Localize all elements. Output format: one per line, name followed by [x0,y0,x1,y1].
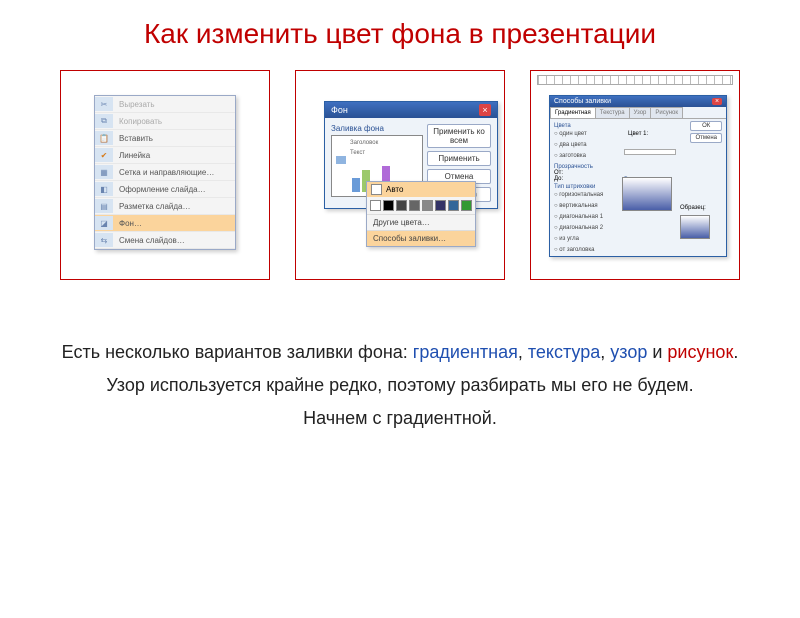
thumb-fill-dialog: Способы заливки × Градиентная Текстура У… [530,70,740,280]
apply-button[interactable]: Применить [427,151,491,166]
fill-dialog-title: Способы заливки [554,98,611,105]
swatch[interactable] [396,200,407,211]
close-icon[interactable]: × [479,104,491,116]
thumbnail-row: ✂Вырезать ⧉Копировать 📋Вставить ✔Линейка… [0,70,800,280]
sample-preview [680,215,710,239]
design-icon: ◧ [95,182,113,196]
swatch[interactable] [422,200,433,211]
fill-dialog-titlebar: Способы заливки × [550,96,726,107]
p1-picture: рисунок [667,342,733,362]
cancel-button[interactable]: Отмена [690,133,722,143]
ctx-ruler[interactable]: ✔Линейка [95,147,235,164]
ctx-layout[interactable]: ▤Разметка слайда… [95,198,235,215]
ctx-transition[interactable]: ⇆Смена слайдов… [95,232,235,249]
color-slider[interactable] [624,149,676,155]
check-icon: ✔ [95,148,113,162]
ok-button[interactable]: ОК [690,121,722,131]
fill-methods[interactable]: Способы заливки… [367,230,475,246]
arrow-shape-icon [336,156,346,164]
transition-icon: ⇆ [95,233,113,247]
p1-gradient: градиентная [413,342,518,362]
background-icon: ◪ [95,216,113,230]
ctx-copy[interactable]: ⧉Копировать [95,113,235,130]
ctx-design[interactable]: ◧Оформление слайда… [95,181,235,198]
close-icon[interactable]: × [712,98,722,105]
copy-icon: ⧉ [95,114,113,128]
color-swatches[interactable] [367,197,475,214]
p2: Узор используется крайне редко, поэтому … [50,373,750,398]
ctx-cut[interactable]: ✂Вырезать [95,96,235,113]
bg-dialog-title: Фон [331,105,348,115]
thumb-bg-dialog: Фон × Заливка фона Заголовок Текст [295,70,505,280]
swatch[interactable] [370,200,381,211]
ctx-paste[interactable]: 📋Вставить [95,130,235,147]
swatch[interactable] [448,200,459,211]
tab-picture[interactable]: Рисунок [650,107,683,118]
tab-gradient[interactable]: Градиентная [550,107,596,118]
color1-label: Цвет 1: [628,131,648,137]
paste-icon: 📋 [95,131,113,145]
body-text: Есть несколько вариантов заливки фона: г… [0,340,800,432]
swatch[interactable] [435,200,446,211]
page-title: Как изменить цвет фона в презентации [0,18,800,50]
p1-texture: текстура [528,342,600,362]
p1-pattern: узор [610,342,647,362]
p1-intro: Есть несколько вариантов заливки фона: [62,342,413,362]
tab-texture[interactable]: Текстура [595,107,630,118]
swatch[interactable] [383,200,394,211]
preview-title: Заголовок [350,140,378,146]
bg-section-label: Заливка фона [331,124,423,135]
fill-dialog: Способы заливки × Градиентная Текстура У… [549,95,727,257]
cut-icon: ✂ [95,97,113,111]
thumb-context-menu: ✂Вырезать ⧉Копировать 📋Вставить ✔Линейка… [60,70,270,280]
apply-all-button[interactable]: Применить ко всем [427,124,491,148]
swatch[interactable] [409,200,420,211]
more-colors[interactable]: Другие цвета… [367,214,475,230]
preview-text: Текст [350,150,365,156]
grid-icon: ▦ [95,165,113,179]
layout-icon: ▤ [95,199,113,213]
context-menu: ✂Вырезать ⧉Копировать 📋Вставить ✔Линейка… [94,95,236,250]
sample-label: Образец: [680,205,706,211]
ctx-background[interactable]: ◪Фон… [95,215,235,232]
swatch[interactable] [461,200,472,211]
color-auto[interactable]: Авто [367,182,475,197]
fill-tabs: Градиентная Текстура Узор Рисунок [550,107,726,119]
sh-title[interactable]: от заголовка [554,245,722,256]
tab-pattern[interactable]: Узор [629,107,652,118]
bg-dialog-titlebar: Фон × [325,102,497,118]
p3: Начнем с градиентной. [50,406,750,431]
ruler-icon [537,75,733,85]
color-popup: Авто Другие цвета… Способы заливки… [366,181,476,247]
gradient-variant-preview[interactable] [622,177,672,211]
ctx-grid[interactable]: ▦Сетка и направляющие… [95,164,235,181]
